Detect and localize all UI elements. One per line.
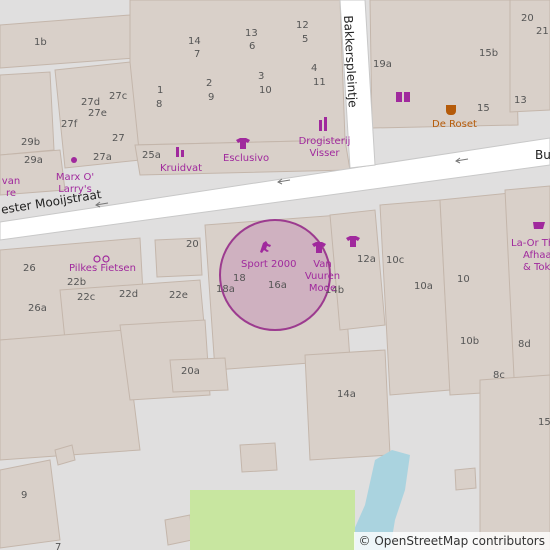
house-number: 14a	[337, 389, 356, 400]
house-number: 29a	[24, 155, 43, 166]
house-number: 20a	[181, 366, 200, 377]
house-number: 18	[233, 273, 246, 284]
house-number: 8	[156, 99, 163, 110]
bar-icon	[71, 157, 77, 163]
house-number: 21	[536, 26, 549, 37]
house-number: 9	[208, 92, 215, 103]
house-number: 26a	[28, 303, 47, 314]
poi-tok[interactable]: & Tok	[523, 262, 550, 274]
house-number: 27	[112, 133, 125, 144]
house-number: 20	[186, 239, 199, 250]
poi-marx-larrys[interactable]: Marx O' Larry's	[50, 172, 100, 196]
house-number: 8d	[518, 339, 531, 350]
map-canvas[interactable]: ester Mooijstraat Bakkerspleintje Bu 1b …	[0, 0, 550, 550]
house-number: 27d	[81, 97, 101, 108]
house-number: 13	[245, 28, 258, 39]
poi-la-or-thai[interactable]: La-Or Th	[511, 238, 550, 250]
house-number: 13	[514, 95, 527, 106]
house-number: 10b	[460, 336, 480, 347]
house-number: 3	[258, 71, 265, 82]
house-number: 5	[302, 34, 309, 45]
house-number: 22c	[77, 292, 96, 303]
house-number: 27e	[88, 108, 107, 119]
house-number: 22e	[169, 290, 188, 301]
house-number: 2	[206, 78, 213, 89]
drogisterij-icon	[319, 120, 322, 131]
house-number: 12	[296, 20, 309, 31]
house-number: 1b	[34, 37, 47, 48]
grass-area	[190, 490, 355, 550]
house-number: 10	[259, 85, 272, 96]
house-number: 26	[23, 263, 36, 274]
house-number: 1	[157, 85, 164, 96]
house-number: 22d	[119, 289, 139, 300]
house-number: 10	[457, 274, 470, 285]
house-number: 4	[311, 63, 318, 74]
house-number: 25a	[142, 150, 161, 161]
house-number: 27a	[93, 152, 112, 163]
house-number: 18a	[216, 284, 235, 295]
house-number: 15	[477, 103, 490, 114]
poi-sport-2000[interactable]: Sport 2000	[241, 259, 296, 271]
map-attribution[interactable]: © OpenStreetMap contributors	[353, 532, 550, 550]
poi-pilkes-fietsen[interactable]: Pilkes Fietsen	[69, 263, 136, 275]
house-number: 29b	[21, 137, 41, 148]
house-number: 19a	[373, 59, 392, 70]
house-number: 6	[249, 41, 256, 52]
poi-afhaal[interactable]: Afhaal	[523, 250, 550, 262]
house-number: 12a	[357, 254, 376, 265]
house-number: 15b	[479, 48, 499, 59]
poi-van-vuuren-mode[interactable]: Van Vuuren Mode	[295, 259, 350, 295]
house-number: 8c	[493, 370, 505, 381]
house-number: 7	[55, 542, 62, 550]
house-number: 7	[194, 49, 201, 60]
house-number: 14	[188, 36, 201, 47]
poi-esclusivo[interactable]: Esclusivo	[223, 153, 269, 165]
street-label-east: Bu	[535, 148, 550, 162]
house-number: 27f	[61, 119, 78, 130]
house-number: 20	[521, 13, 534, 24]
house-number: 10c	[386, 255, 405, 266]
house-number: 10a	[414, 281, 433, 292]
attribution-text[interactable]: © OpenStreetMap contributors	[359, 534, 545, 548]
poi-drogisterij-visser[interactable]: Drogisterij Visser	[297, 136, 352, 160]
cafe-icon	[446, 105, 456, 115]
kruidvat-icon	[176, 147, 179, 157]
poi-de-roset[interactable]: De Roset	[432, 119, 477, 131]
house-number: 11	[313, 77, 326, 88]
house-number: 15	[538, 417, 550, 428]
house-number: 22b	[67, 277, 87, 288]
poi-van-re[interactable]: van re	[0, 176, 22, 200]
house-number: 9	[21, 490, 28, 501]
poi-kruidvat[interactable]: Kruidvat	[160, 163, 202, 175]
house-number: 27c	[109, 91, 128, 102]
house-number: 16a	[268, 280, 287, 291]
shop-icon	[533, 222, 545, 229]
